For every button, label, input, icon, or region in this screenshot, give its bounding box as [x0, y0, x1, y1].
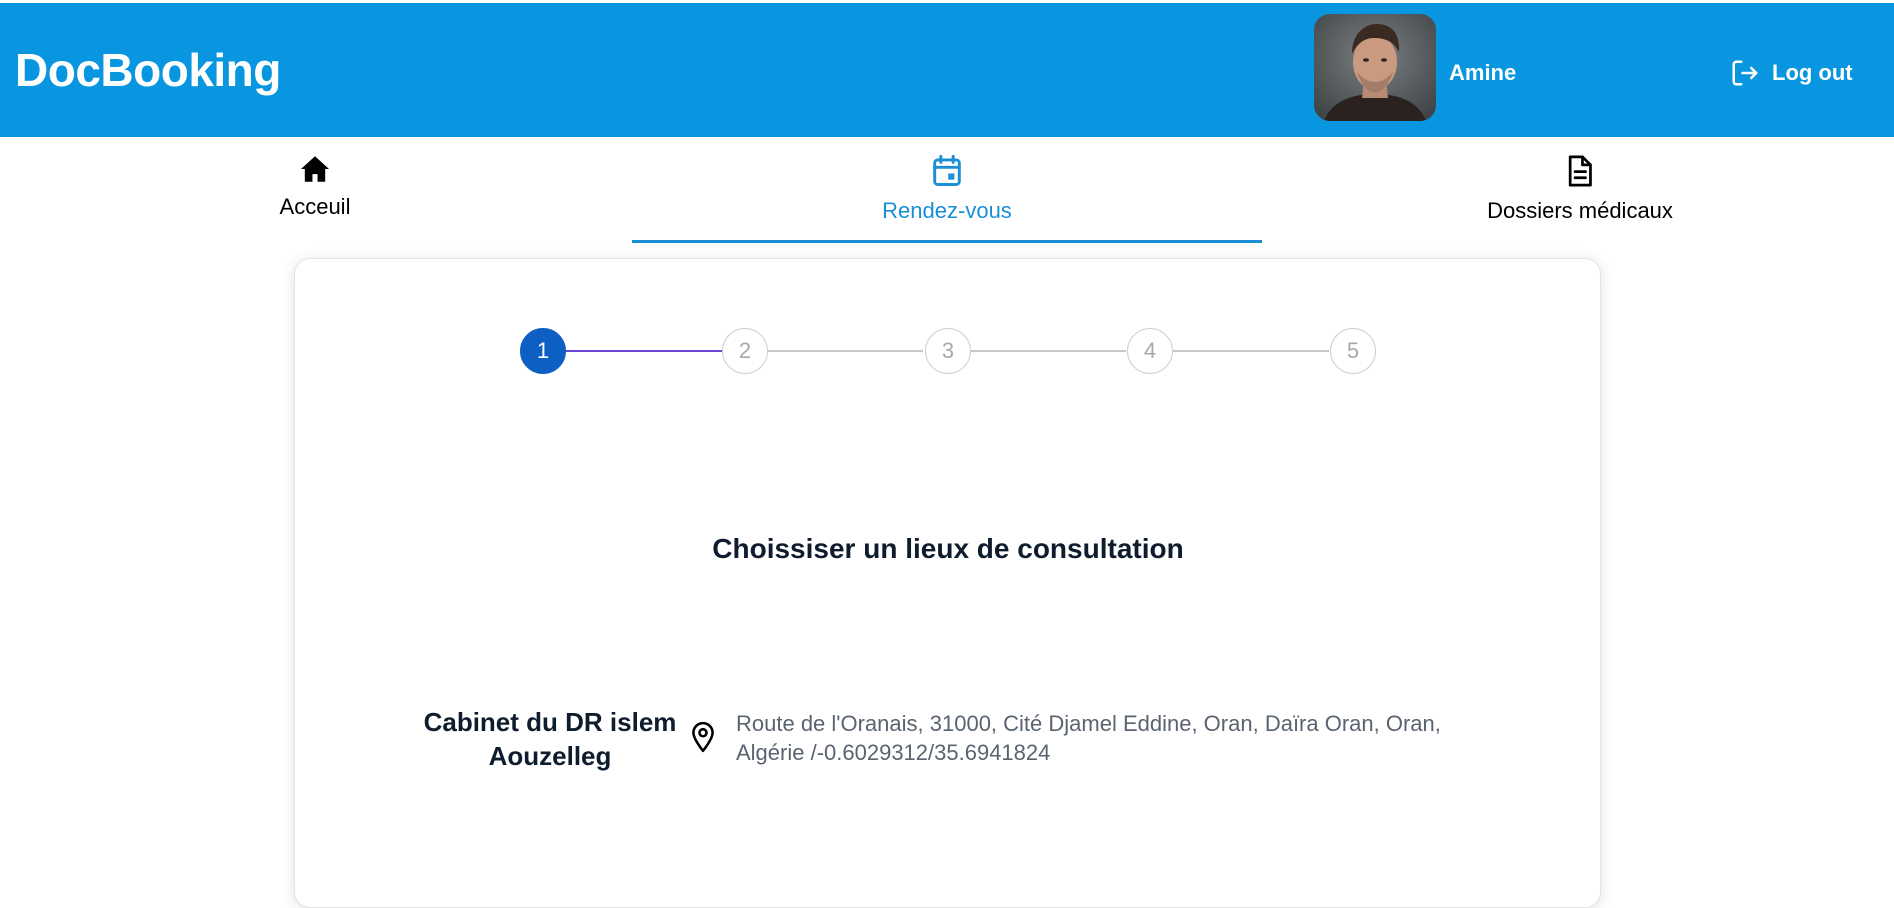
calendar-icon	[932, 154, 962, 192]
location-pin-icon	[690, 721, 716, 758]
stepper-line	[1172, 350, 1329, 352]
booking-stepper: 1 2 3 4 5	[520, 328, 1376, 374]
step-3[interactable]: 3	[925, 328, 971, 374]
tab-rendez-vous[interactable]: Rendez-vous	[632, 154, 1262, 243]
step-5[interactable]: 5	[1330, 328, 1376, 374]
step-1[interactable]: 1	[520, 328, 566, 374]
section-title: Choissiser un lieux de consultation	[712, 533, 1184, 564]
location-address: Route de l'Oranais, 31000, Cité Djamel E…	[736, 711, 1441, 765]
tab-label: Dossiers médicaux	[1487, 198, 1673, 223]
user-name: Amine	[1449, 60, 1517, 85]
stepper-line	[969, 350, 1126, 352]
stepper-line	[766, 350, 923, 352]
tab-dossiers-medicaux[interactable]: Dossiers médicaux	[1440, 155, 1720, 224]
logout-button[interactable]: Log out	[1730, 56, 1853, 90]
step-2[interactable]: 2	[722, 328, 768, 374]
location-option[interactable]: Cabinet du DR islem Aouzelleg Route de l…	[400, 705, 1500, 775]
tab-label: Rendez-vous	[882, 198, 1012, 223]
tab-label: Acceuil	[279, 194, 351, 219]
stepper-progress-line	[543, 350, 725, 352]
app-header: DocBooking Amine Log out	[0, 0, 1894, 137]
tab-acceuil[interactable]: Acceuil	[240, 155, 390, 220]
brand-logo[interactable]: DocBooking	[15, 43, 281, 97]
step-4[interactable]: 4	[1127, 328, 1173, 374]
logout-icon	[1730, 58, 1760, 88]
avatar-photo	[1314, 14, 1436, 121]
home-icon	[299, 155, 331, 188]
location-name: Cabinet du DR islem Aouzelleg	[423, 707, 677, 771]
logout-label: Log out	[1772, 60, 1853, 85]
avatar[interactable]	[1314, 14, 1436, 121]
document-icon	[1566, 155, 1594, 192]
